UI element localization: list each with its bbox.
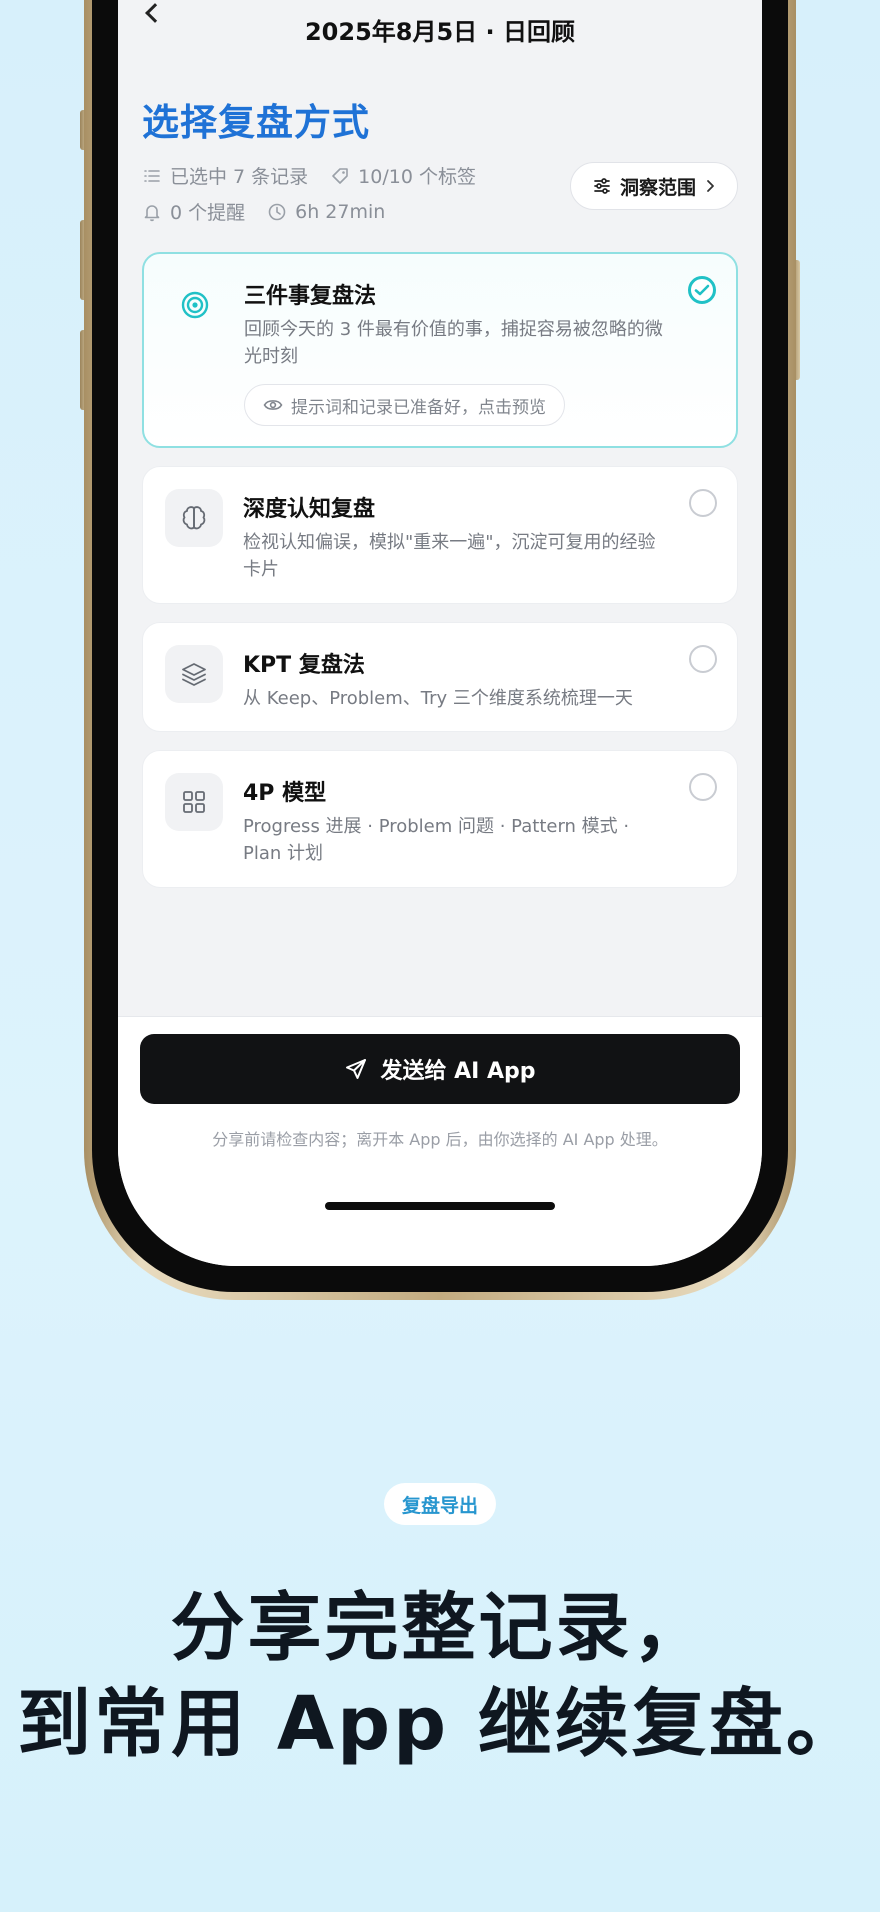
preview-text: 提示词和记录已准备好，点击预览 [291,397,546,418]
brain-icon [182,506,206,530]
method-radio[interactable] [689,645,717,673]
feature-badge: 复盘导出 [383,1483,497,1525]
bell-icon [144,204,160,221]
meta-tags: 10/10 个标签 [330,162,476,189]
check-icon [694,284,710,296]
send-to-ai-app-button[interactable]: 发送给 AI App [140,1034,740,1104]
layers-icon [182,663,206,686]
selected-records-text: 已选中 7 条记录 [170,166,309,188]
clock-icon [268,203,286,220]
insight-scope-button[interactable]: 洞察范围 [570,162,738,210]
nav-title: 2025年8月5日 · 日回顾 [304,18,576,46]
method-title: 4P 模型 [243,781,327,806]
method-icon-box [165,645,223,703]
target-icon [181,291,209,319]
method-icon-box [166,276,224,334]
nav-bar: 2025年8月5日 · 日回顾 [118,0,762,46]
method-desc: 检视认知偏误，模拟"重来一遍"，沉淀可复用的经验卡片 [243,532,656,580]
eye-icon [263,400,283,410]
insight-scope-label: 洞察范围 [619,176,696,199]
headline-line-1: 分享完整记录， [170,1585,710,1671]
meta-row-records: 已选中 7 条记录 10/10 个标签 [142,162,488,189]
method-title: 深度认知复盘 [243,497,376,522]
phone-frame: 2025年8月5日 · 日回顾 选择复盘方式 已选中 7 条记录 10/10 个… [84,0,796,1300]
send-button-label: 发送给 AI App [380,1059,536,1084]
meta-reminders: 0 个提醒 [142,198,245,225]
page-title: 选择复盘方式 [142,101,370,144]
method-desc: 从 Keep、Problem、Try 三个维度系统梳理一天 [243,688,633,709]
phone-screen: 2025年8月5日 · 日回顾 选择复盘方式 已选中 7 条记录 10/10 个… [118,0,762,1266]
tag-icon [332,167,348,184]
method-icon-box [165,489,223,547]
method-card-deep-cognition[interactable]: 深度认知复盘 检视认知偏误，模拟"重来一遍"，沉淀可复用的经验卡片 [142,466,738,604]
method-radio[interactable] [689,773,717,801]
chevron-right-icon [707,180,714,192]
home-indicator[interactable] [325,1202,555,1210]
headline-line-2: 到常用 App 继续复盘。 [17,1681,863,1767]
method-card-4p[interactable]: 4P 模型 Progress 进展 · Problem 问题 · Pattern… [142,750,738,888]
privacy-note: 分享前请检查内容；离开本 App 后，由你选择的 AI App 处理。 [212,1130,668,1149]
method-desc: 回顾今天的 3 件最有价值的事，捕捉容易被忽略的微光时刻 [244,319,663,367]
method-card-kpt[interactable]: KPT 复盘法 从 Keep、Problem、Try 三个维度系统梳理一天 [142,622,738,732]
grid-icon [183,791,205,813]
method-radio-selected[interactable] [688,276,716,304]
meta-selected-records: 已选中 7 条记录 [142,162,308,189]
list-icon [144,169,160,182]
sliders-icon [594,178,610,194]
send-icon [346,1059,367,1079]
reminders-text: 0 个提醒 [170,202,246,224]
meta-duration: 6h 27min [267,201,385,223]
phone-bezel: 2025年8月5日 · 日回顾 选择复盘方式 已选中 7 条记录 10/10 个… [92,0,788,1292]
tags-text: 10/10 个标签 [358,166,476,188]
method-title: KPT 复盘法 [243,653,365,678]
method-icon-box [165,773,223,831]
preview-prompt-chip[interactable]: 提示词和记录已准备好，点击预览 [244,384,565,426]
duration-text: 6h 27min [295,200,386,223]
method-radio[interactable] [689,489,717,517]
meta-row-stats: 0 个提醒 6h 27min [142,198,397,225]
method-desc: Progress 进展 · Problem 问题 · Pattern 模式 · … [243,816,630,864]
method-title: 三件事复盘法 [244,284,377,309]
method-card-three-things[interactable]: 三件事复盘法 回顾今天的 3 件最有价值的事，捕捉容易被忽略的微光时刻 提示词和… [142,252,738,448]
